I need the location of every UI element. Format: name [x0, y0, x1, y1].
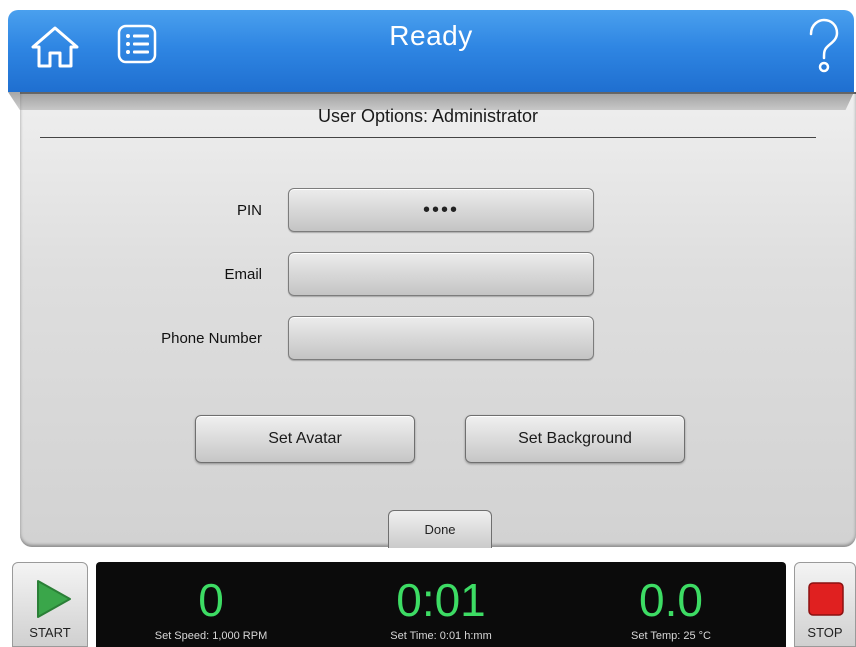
stop-label: STOP [807, 625, 843, 640]
title-divider [40, 137, 816, 138]
pin-field[interactable]: •••• [288, 188, 594, 232]
email-label: Email [224, 266, 262, 283]
start-label: START [29, 625, 71, 640]
stop-button[interactable]: STOP [794, 562, 856, 647]
time-setpoint: Set Time: 0:01 h:mm [390, 630, 492, 642]
pin-label: PIN [236, 202, 262, 219]
speed-value: 0 [198, 574, 224, 626]
done-button[interactable]: Done [388, 510, 492, 548]
temp-value: 0.0 [639, 574, 703, 626]
status-header: Ready [8, 10, 854, 92]
set-avatar-button[interactable]: Set Avatar [195, 415, 415, 463]
email-field[interactable] [288, 252, 594, 296]
speed-setpoint: Set Speed: 1,000 RPM [154, 630, 268, 642]
time-value: 0:01 [396, 574, 486, 626]
play-icon [37, 580, 71, 618]
speed-readout: 0 Set Speed: 1,000 RPM [96, 562, 326, 642]
phone-label: Phone Number [161, 330, 262, 347]
set-background-button[interactable]: Set Background [465, 415, 685, 463]
temp-setpoint: Set Temp: 25 °C [630, 630, 711, 642]
time-readout: 0:01 Set Time: 0:01 h:mm [326, 562, 556, 642]
help-button[interactable] [806, 18, 840, 74]
start-button[interactable]: START [12, 562, 88, 647]
temp-readout: 0.0 Set Temp: 25 °C [556, 562, 786, 642]
panel-title: User Options: Administrator [317, 106, 539, 126]
help-icon [809, 18, 839, 73]
status-title: Ready [389, 20, 473, 51]
run-readout-panel: 0 Set Speed: 1,000 RPM 0:01 Set Time: 0:… [96, 562, 786, 647]
phone-field[interactable] [288, 316, 594, 360]
